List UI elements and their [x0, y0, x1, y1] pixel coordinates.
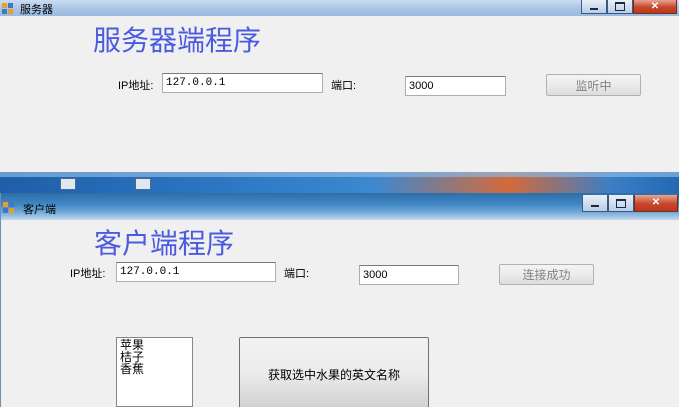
close-icon: ✕ — [650, 0, 660, 12]
client-port-label: 端口: — [284, 268, 310, 280]
minimize-icon — [590, 8, 598, 10]
desktop-background — [0, 172, 679, 193]
maximize-icon — [615, 2, 625, 11]
client-port-input[interactable]: 3000 — [359, 265, 459, 285]
server-titlebar[interactable]: 服务器 ✕ — [0, 0, 679, 16]
client-heading: 客户端程序 — [94, 227, 235, 260]
get-english-name-button[interactable]: 获取选中水果的英文名称 — [239, 337, 429, 407]
connect-button[interactable]: 连接成功 — [499, 264, 594, 285]
server-window-title: 服务器 — [20, 4, 53, 16]
minimize-button[interactable] — [582, 195, 608, 212]
close-button[interactable]: ✕ — [634, 195, 678, 212]
maximize-icon — [616, 198, 626, 208]
server-heading: 服务器端程序 — [93, 24, 262, 57]
maximize-button[interactable] — [608, 195, 634, 212]
list-item[interactable]: 香蕉 — [120, 363, 189, 375]
server-ip-input[interactable]: 127.0.0.1 — [162, 73, 323, 93]
taskbar-window-icon[interactable] — [135, 178, 151, 190]
close-icon: ✕ — [651, 197, 661, 208]
listen-button[interactable]: 监听中 — [546, 74, 641, 96]
client-titlebar[interactable]: 客户端 ✕ — [1, 193, 679, 220]
server-port-input[interactable]: 3000 — [405, 76, 506, 96]
minimize-icon — [591, 204, 599, 207]
taskbar-window-icon[interactable] — [60, 178, 76, 190]
client-window-title: 客户端 — [23, 204, 56, 216]
client-ip-input[interactable]: 127.0.0.1 — [116, 262, 276, 282]
server-port-label: 端口: — [331, 80, 357, 92]
minimize-button[interactable] — [581, 0, 607, 14]
client-ip-label: IP地址: — [70, 268, 106, 280]
server-ip-label: IP地址: — [118, 80, 154, 92]
client-window: 客户端 ✕ 客户端程序 IP地址: 127.0.0.1 端口: 3000 连接成… — [0, 193, 679, 407]
fruit-listbox[interactable]: 苹果 桔子 香蕉 — [116, 337, 193, 407]
server-window: 服务器 ✕ 服务器端程序 IP地址: 127.0.0.1 端口: 3000 监听… — [0, 0, 679, 178]
app-icon — [2, 3, 13, 14]
taskbar-band — [0, 172, 679, 177]
maximize-button[interactable] — [607, 0, 633, 14]
app-icon — [3, 202, 14, 213]
close-button[interactable]: ✕ — [633, 0, 677, 14]
